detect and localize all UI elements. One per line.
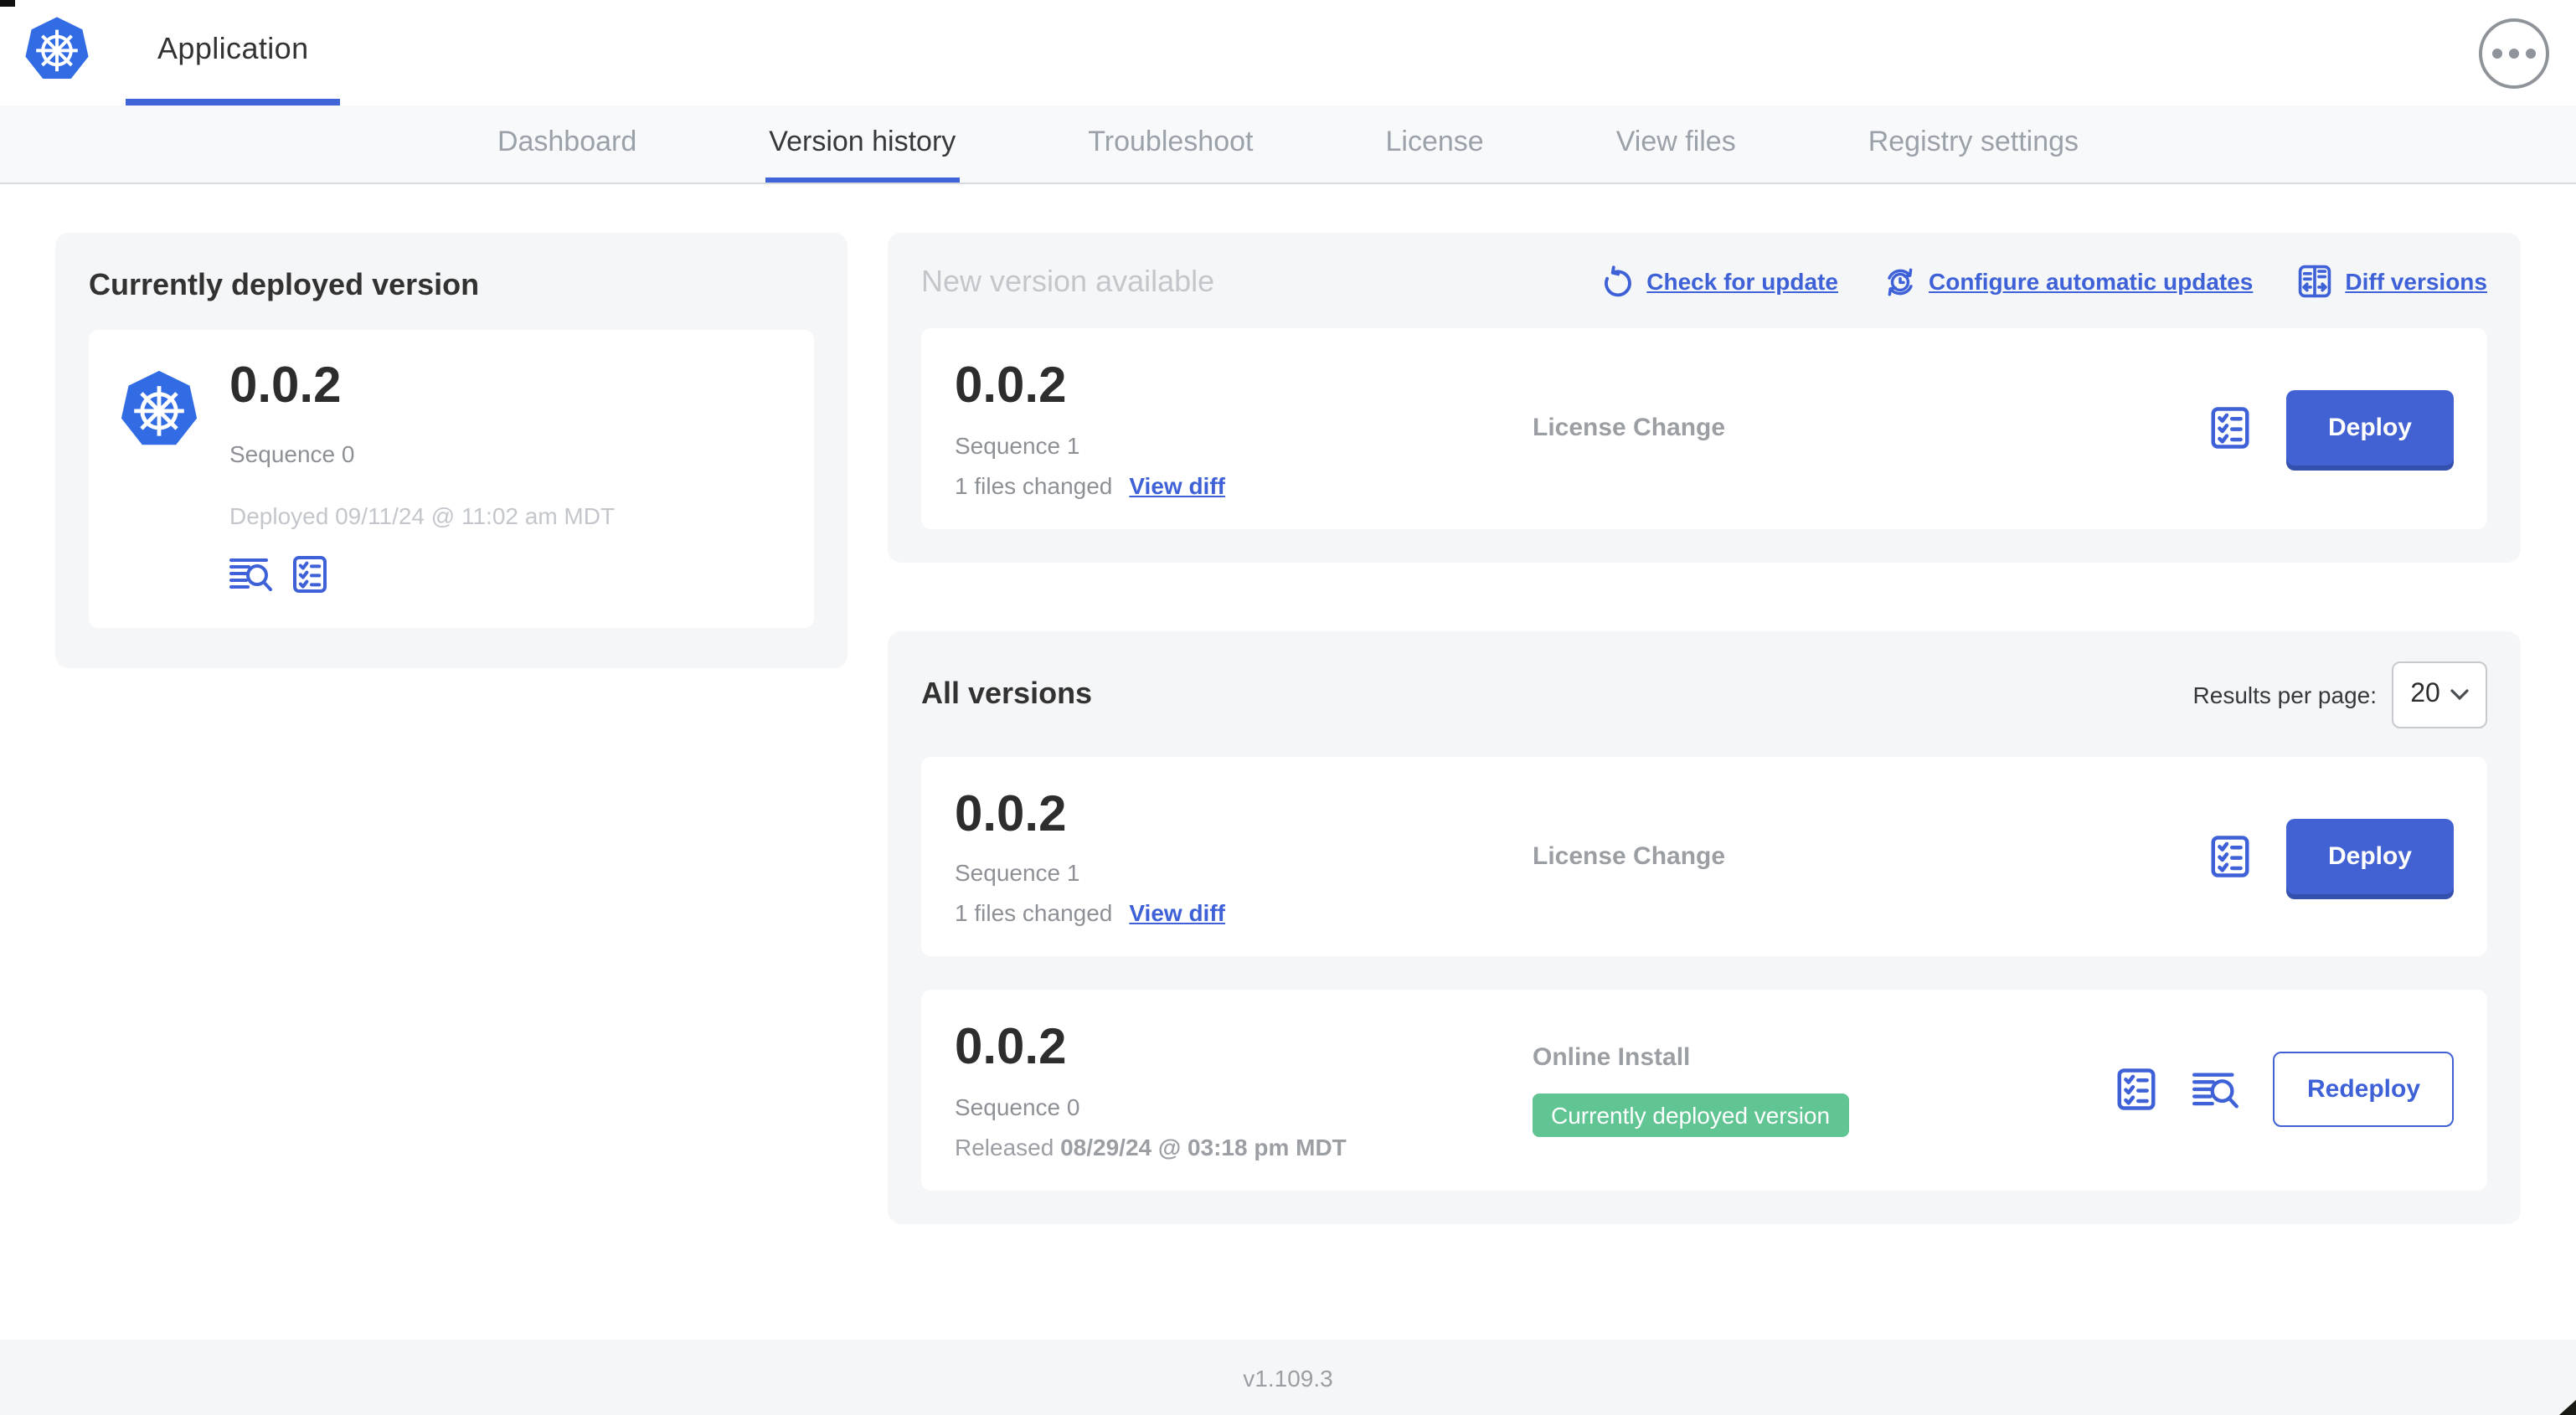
row-sequence: Sequence 1: [955, 431, 1080, 458]
view-logs-button[interactable]: [229, 553, 273, 594]
currently-deployed-card: Currently deployed version 0.0.2 Sequenc…: [55, 233, 848, 667]
row-version-number: 0.0.2: [955, 786, 1067, 841]
files-changed-label: 1 files changed: [955, 471, 1113, 498]
tab-view-files[interactable]: View files: [1613, 105, 1739, 183]
preflight-checks-button[interactable]: [2208, 834, 2253, 879]
preflight-checklist-icon: [2208, 406, 2253, 451]
app-footer: v1.109.3: [0, 1340, 2576, 1415]
results-per-page-label: Results per page:: [2192, 681, 2377, 708]
kubernetes-app-icon: [119, 368, 199, 455]
deploy-button[interactable]: Deploy: [2285, 818, 2454, 894]
all-versions-title: All versions: [921, 677, 1093, 710]
results-per-page-select[interactable]: 20: [2392, 661, 2487, 728]
overflow-menu-button[interactable]: [2479, 18, 2549, 89]
redeploy-button[interactable]: Redeploy: [2273, 1052, 2454, 1128]
preflight-checklist-icon: [290, 553, 330, 594]
diff-icon: [2296, 263, 2333, 300]
version-source-label: License Change: [1533, 414, 1726, 443]
all-versions-panel: All versions Results per page: 20 0.0.2 …: [888, 630, 2521, 1223]
console-version: v1.109.3: [1243, 1364, 1333, 1391]
right-column: New version available Check for update C…: [888, 233, 2521, 1223]
tab-license[interactable]: License: [1383, 105, 1487, 183]
refresh-icon: [1600, 264, 1635, 299]
app-title-tab[interactable]: Application: [126, 0, 341, 105]
chevron-down-icon: [2450, 687, 2469, 701]
preflight-checklist-icon: [2115, 1068, 2160, 1113]
new-version-title: New version available: [921, 264, 1215, 297]
deployed-timestamp: Deployed 09/11/24 @ 11:02 am MDT: [229, 502, 616, 528]
diff-versions-link[interactable]: Diff versions: [2296, 263, 2487, 300]
screen-corner-artifact: [0, 0, 15, 7]
deploy-button[interactable]: Deploy: [2285, 390, 2454, 466]
preflight-checklist-icon: [2208, 834, 2253, 879]
files-changed-label: 1 files changed: [955, 899, 1113, 926]
clock-sync-icon: [1882, 264, 1917, 299]
app-root: Application Dashboard Version history Tr…: [0, 0, 2576, 1415]
new-version-row: 0.0.2 Sequence 1 1 files changed View di…: [921, 328, 2487, 528]
tab-registry-settings[interactable]: Registry settings: [1865, 105, 2082, 183]
row-sequence: Sequence 0: [955, 1093, 1080, 1119]
kubernetes-logo-icon: [23, 15, 90, 89]
deployed-version-card: 0.0.2 Sequence 0 Deployed 09/11/24 @ 11:…: [89, 330, 814, 627]
header-spacer: [341, 0, 2479, 105]
tab-troubleshoot[interactable]: Troubleshoot: [1084, 105, 1256, 183]
version-source-label: License Change: [1533, 841, 1726, 871]
row-version-number: 0.0.2: [955, 1020, 1067, 1075]
currently-deployed-badge: Currently deployed version: [1533, 1093, 1849, 1137]
app-header: Application: [0, 0, 2576, 105]
version-row-sequence-0: 0.0.2 Sequence 0 Released 08/29/24 @ 03:…: [921, 990, 2487, 1190]
view-diff-link[interactable]: View diff: [1129, 899, 1225, 926]
deployed-sequence: Sequence 0: [229, 440, 355, 466]
preflight-checks-button[interactable]: [290, 553, 330, 594]
logs-search-icon: [2192, 1068, 2240, 1112]
released-timestamp: Released 08/29/24 @ 03:18 pm MDT: [955, 1133, 1347, 1160]
row-sequence: Sequence 1: [955, 859, 1080, 886]
configure-automatic-updates-link[interactable]: Configure automatic updates: [1882, 264, 2253, 299]
view-logs-button[interactable]: [2192, 1068, 2240, 1112]
preflight-checks-button[interactable]: [2115, 1068, 2160, 1113]
main-content: Currently deployed version 0.0.2 Sequenc…: [0, 184, 2576, 1340]
new-version-panel: New version available Check for update C…: [888, 233, 2521, 562]
deployed-version-number: 0.0.2: [229, 358, 342, 414]
deployed-card-title: Currently deployed version: [89, 268, 480, 301]
version-source-label: Online Install: [1533, 1042, 1691, 1072]
check-for-update-link[interactable]: Check for update: [1600, 264, 1838, 299]
logs-search-icon: [229, 553, 273, 594]
preflight-checks-button[interactable]: [2208, 406, 2253, 451]
row-version-number: 0.0.2: [955, 358, 1067, 414]
tab-version-history[interactable]: Version history: [765, 105, 960, 183]
view-diff-link[interactable]: View diff: [1129, 471, 1225, 498]
tab-dashboard[interactable]: Dashboard: [494, 105, 640, 183]
tab-bar: Dashboard Version history Troubleshoot L…: [0, 105, 2576, 184]
version-row-sequence-1: 0.0.2 Sequence 1 1 files changed View di…: [921, 756, 2487, 956]
app-title: Application: [157, 32, 309, 65]
